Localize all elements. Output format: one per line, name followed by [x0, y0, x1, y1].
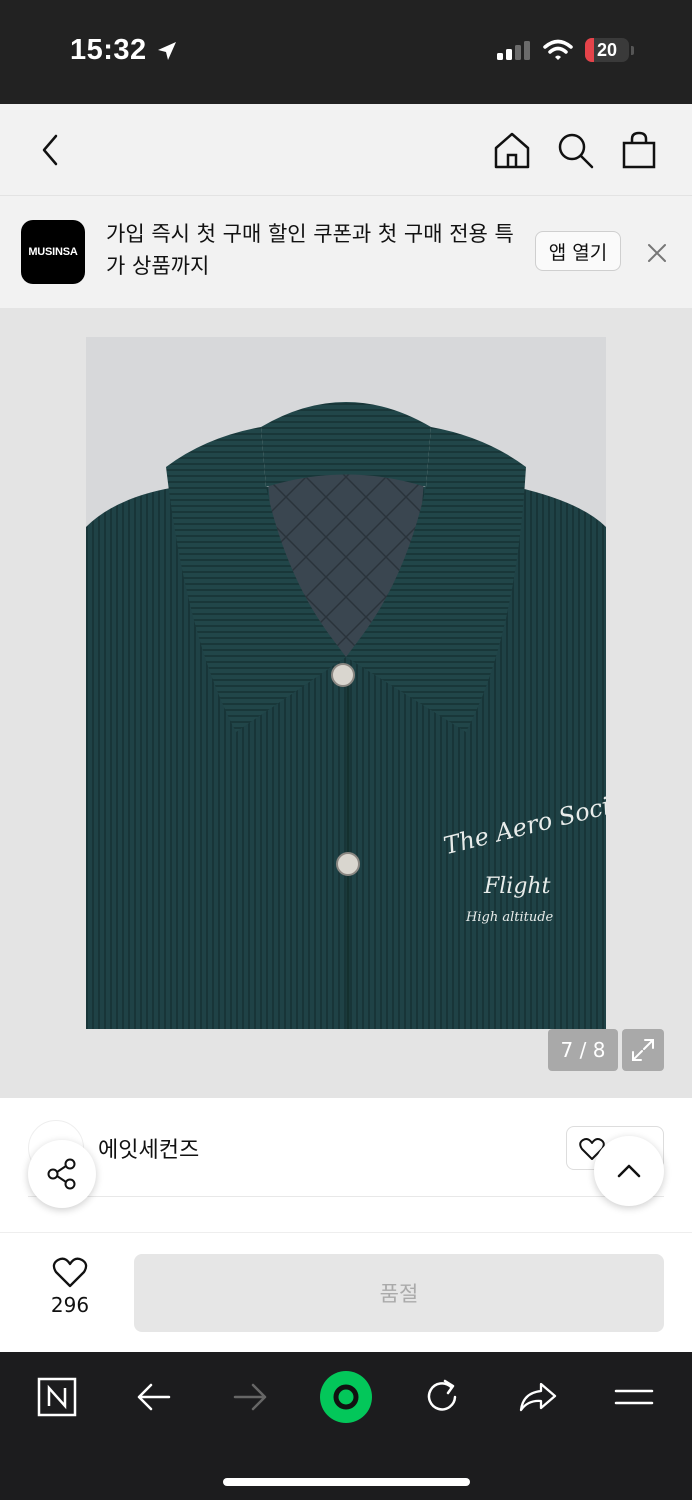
brand-divider	[28, 1196, 664, 1197]
cart-button[interactable]	[617, 128, 661, 172]
status-bar: 15:32 20	[0, 0, 692, 104]
product-image[interactable]: The Aero Society Flight High altitude	[86, 337, 606, 1029]
refresh-button[interactable]	[412, 1372, 472, 1422]
banner-close-button[interactable]	[644, 240, 670, 266]
musinsa-logo: MUSINSA	[21, 220, 85, 284]
menu-icon	[614, 1389, 654, 1405]
app-header	[0, 104, 692, 196]
green-dot-button[interactable]	[316, 1371, 376, 1423]
browser-toolbar	[0, 1352, 692, 1500]
purchase-bar: 296 품절	[0, 1232, 692, 1352]
home-indicator	[223, 1478, 470, 1486]
home-button[interactable]	[490, 128, 534, 172]
location-arrow-icon	[157, 41, 176, 60]
browser-forward-button[interactable]	[220, 1372, 280, 1422]
expand-button[interactable]	[622, 1029, 664, 1071]
green-circle-icon	[320, 1371, 372, 1423]
jacket-illustration: The Aero Society Flight High altitude	[86, 337, 606, 1029]
image-pager: 7 / 8	[548, 1029, 618, 1071]
signal-icon	[497, 41, 530, 60]
status-indicators: 20	[497, 38, 634, 62]
battery-level: 20	[596, 39, 618, 60]
home-icon	[494, 132, 530, 169]
brand-name[interactable]: 에잇세컨즈	[98, 1132, 199, 1164]
naver-home-button[interactable]	[27, 1372, 87, 1422]
search-icon	[558, 133, 594, 169]
share-arrow-icon	[519, 1382, 557, 1412]
soldout-button[interactable]: 품절	[134, 1254, 664, 1332]
embroidery-line3: High altitude	[465, 910, 554, 925]
browser-back-button[interactable]	[124, 1372, 184, 1422]
shopping-bag-icon	[622, 131, 656, 169]
product-gallery[interactable]: The Aero Society Flight High altitude 7 …	[0, 308, 692, 1098]
expand-icon	[632, 1039, 654, 1061]
battery-tip	[631, 45, 634, 55]
forward-arrow-icon	[233, 1383, 267, 1411]
status-time-group: 15:32	[70, 34, 179, 67]
like-button[interactable]: 296	[30, 1257, 110, 1317]
share-icon	[47, 1158, 76, 1190]
battery-icon: 20	[585, 38, 629, 62]
open-app-button[interactable]: 앱 열기	[535, 231, 621, 271]
naver-n-icon	[37, 1377, 77, 1417]
brand-section: 에잇세컨즈	[0, 1098, 692, 1232]
browser-share-button[interactable]	[508, 1372, 568, 1422]
menu-button[interactable]	[604, 1372, 664, 1422]
close-icon	[648, 244, 666, 262]
back-icon	[42, 134, 58, 166]
share-button[interactable]	[28, 1140, 96, 1208]
chevron-up-icon	[617, 1164, 641, 1178]
embroidery-line2: Flight	[483, 874, 551, 899]
back-button[interactable]	[28, 128, 72, 172]
heart-icon	[52, 1257, 88, 1288]
refresh-icon	[427, 1379, 457, 1411]
scroll-top-button[interactable]	[594, 1136, 664, 1206]
search-button[interactable]	[553, 128, 597, 172]
back-arrow-icon	[137, 1383, 171, 1411]
app-install-banner: MUSINSA 가입 즉시 첫 구매 할인 쿠폰과 첫 구매 전용 특가 상품까…	[0, 196, 692, 308]
banner-message: 가입 즉시 첫 구매 할인 쿠폰과 첫 구매 전용 특가 상품까지	[106, 222, 514, 278]
like-count: 296	[50, 1293, 90, 1317]
status-time: 15:32	[70, 34, 147, 66]
wifi-icon	[543, 39, 573, 60]
